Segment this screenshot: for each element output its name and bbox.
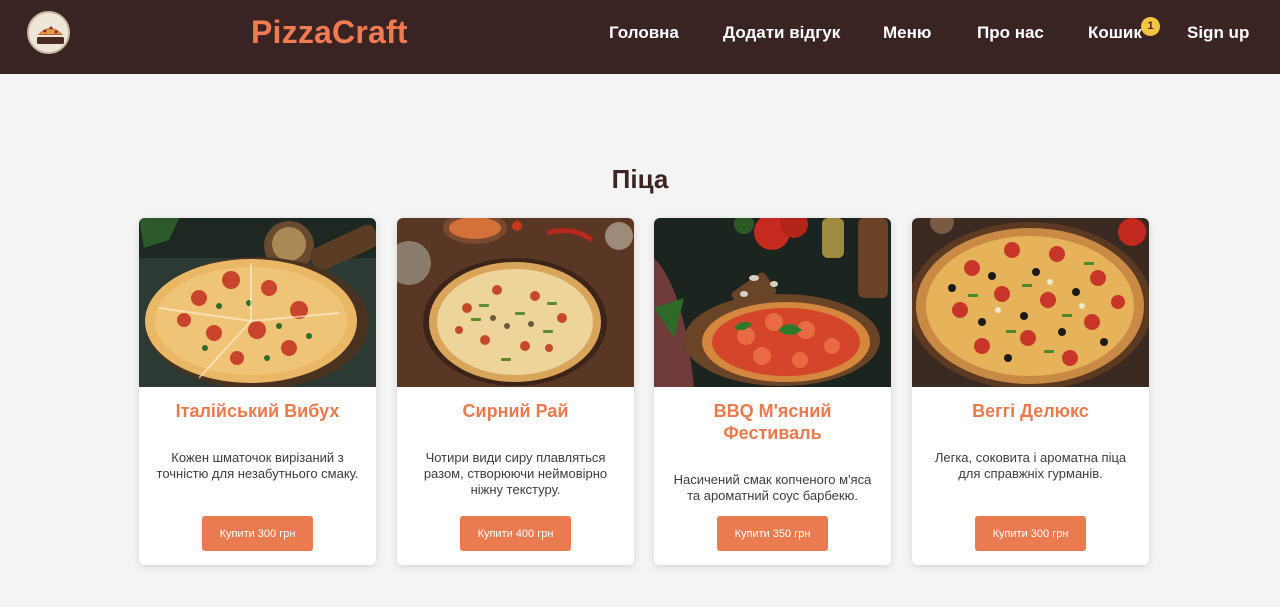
buy-button[interactable]: Купити 400 грн xyxy=(460,516,571,551)
product-card-italian: Італійський Вибух Кожен шматочок вирізан… xyxy=(139,218,376,565)
nav-menu[interactable]: Меню xyxy=(883,23,931,43)
product-title: Веггі Делюкс xyxy=(972,401,1089,421)
nav-add-review[interactable]: Додати відгук xyxy=(723,23,840,43)
brand-name[interactable]: PizzaCraft xyxy=(251,14,408,51)
cart-count-badge: 1 xyxy=(1141,17,1160,36)
buy-button[interactable]: Купити 300 грн xyxy=(202,516,313,551)
nav-about[interactable]: Про нас xyxy=(977,23,1044,43)
product-card-veggie: Веггі Делюкс Легка, соковита і ароматна … xyxy=(912,218,1149,565)
product-description: Кожен шматочок вирізаний з точністю для … xyxy=(156,450,359,481)
pizza-photo-icon xyxy=(139,218,376,387)
logo[interactable] xyxy=(27,11,70,54)
product-image xyxy=(912,218,1149,387)
pizza-photo-icon xyxy=(654,218,891,387)
navbar: PizzaCraft Головна Додати відгук Меню Пр… xyxy=(0,0,1280,74)
product-description: Легка, соковита і ароматна піца для спра… xyxy=(934,450,1127,481)
buy-button[interactable]: Купити 300 грн xyxy=(975,516,1086,551)
product-title: BBQ М'ясний Фестиваль xyxy=(713,401,832,443)
nav-cart[interactable]: Кошик xyxy=(1088,23,1142,43)
product-card-cheese: Сирний Рай Чотири види сиру плавляться р… xyxy=(397,218,634,565)
product-image xyxy=(397,218,634,387)
product-image xyxy=(139,218,376,387)
product-card-bbq: BBQ М'ясний Фестиваль Насичений смак коп… xyxy=(654,218,891,565)
nav-home[interactable]: Головна xyxy=(609,23,679,43)
product-title: Сирний Рай xyxy=(462,401,569,421)
section-title: Піца xyxy=(611,164,669,194)
pizza-photo-icon xyxy=(397,218,634,387)
nav-signup[interactable]: Sign up xyxy=(1187,23,1249,43)
pizza-photo-icon xyxy=(912,218,1149,387)
product-description: Чотири види сиру плавляться разом, створ… xyxy=(423,450,608,497)
pizza-logo-icon xyxy=(29,13,68,52)
buy-button[interactable]: Купити 350 грн xyxy=(717,516,828,551)
product-image xyxy=(654,218,891,387)
product-title: Італійський Вибух xyxy=(175,401,340,421)
product-description: Насичений смак копченого м'яса та аромат… xyxy=(673,472,872,503)
